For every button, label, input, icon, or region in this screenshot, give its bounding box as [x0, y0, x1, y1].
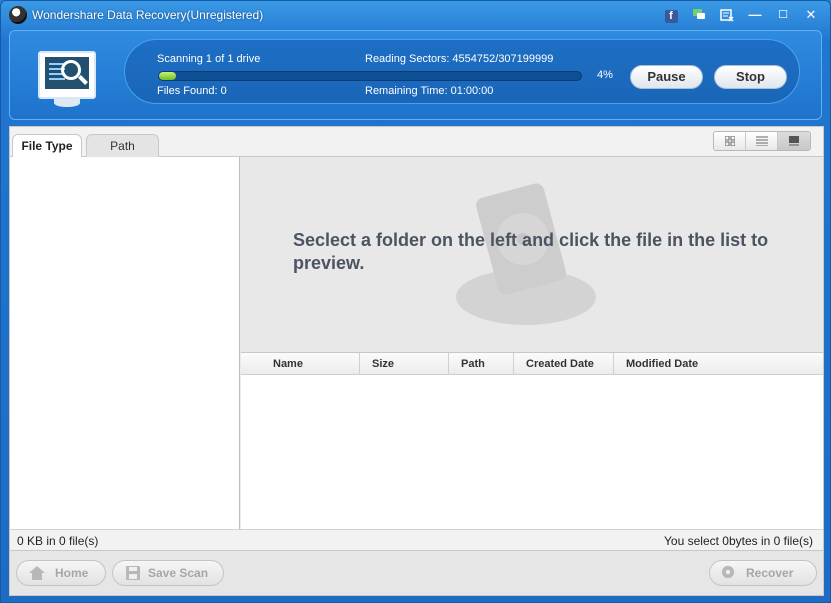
recover-icon	[721, 565, 735, 579]
recover-button[interactable]: Recover	[709, 560, 817, 586]
list-icon	[755, 136, 768, 147]
bottom-toolbar: Home Save Scan Recover	[9, 551, 824, 596]
preview-pane: Seclect a folder on the left and click t…	[241, 157, 823, 353]
files-found: Files Found: 0	[157, 85, 227, 97]
tab-file-type[interactable]: File Type	[12, 134, 82, 158]
title-bar[interactable]: Wondershare Data Recovery(Unregistered) …	[1, 1, 830, 29]
save-scan-label: Save Scan	[148, 566, 209, 580]
column-size[interactable]: Size	[360, 353, 449, 375]
feedback-button[interactable]	[688, 6, 710, 24]
preview-view-button[interactable]	[778, 132, 810, 150]
register-button[interactable]	[716, 6, 738, 24]
table-header: Name Size Path Created Date Modified Dat…	[241, 353, 823, 375]
app-logo-icon	[9, 6, 27, 24]
save-icon	[126, 566, 140, 580]
save-scan-button[interactable]: Save Scan	[112, 560, 224, 586]
file-list-table[interactable]: Name Size Path Created Date Modified Dat…	[241, 353, 823, 529]
tab-path[interactable]: Path	[86, 134, 159, 158]
column-created-date[interactable]: Created Date	[514, 353, 614, 375]
scan-monitor-icon	[38, 51, 96, 99]
preview-icon	[789, 136, 799, 146]
register-icon	[720, 9, 734, 22]
maximize-button[interactable]: ☐	[772, 6, 794, 24]
recover-label: Recover	[746, 566, 794, 580]
view-toggle	[713, 131, 811, 151]
folder-tree-pane[interactable]	[10, 157, 240, 529]
scan-status-box: Scanning 1 of 1 drive Reading Sectors: 4…	[124, 39, 800, 104]
home-label: Home	[55, 566, 89, 580]
column-modified-date[interactable]: Modified Date	[614, 353, 823, 375]
column-name[interactable]: Name	[241, 353, 360, 375]
scan-progress-bar	[158, 71, 582, 81]
app-window: Wondershare Data Recovery(Unregistered) …	[0, 0, 831, 603]
chat-icon	[693, 9, 705, 19]
monitor-stand	[54, 99, 80, 107]
status-left: 0 KB in 0 file(s)	[17, 534, 99, 548]
home-icon	[29, 566, 45, 580]
scan-panel: Scanning 1 of 1 drive Reading Sectors: 4…	[9, 30, 822, 120]
home-button[interactable]: Home	[16, 560, 106, 586]
status-right: You select 0bytes in 0 file(s)	[664, 534, 813, 548]
grid-icon	[724, 135, 735, 147]
remaining-time: Remaining Time: 01:00:00	[365, 85, 494, 97]
facebook-button[interactable]: f	[660, 6, 682, 24]
column-path[interactable]: Path	[449, 353, 514, 375]
reading-sectors: Reading Sectors: 4554752/307199999	[365, 53, 554, 65]
close-button[interactable]: ✕	[800, 6, 822, 24]
list-view-button[interactable]	[746, 132, 778, 150]
thumbnail-view-button[interactable]	[714, 132, 746, 150]
minimize-button[interactable]: —	[744, 6, 766, 24]
drive-status: Scanning 1 of 1 drive	[157, 53, 261, 65]
progress-percent: 4%	[597, 69, 613, 81]
stop-button[interactable]: Stop	[714, 65, 787, 89]
window-title: Wondershare Data Recovery(Unregistered)	[32, 8, 264, 22]
main-area: File Type Path Seclect a folder on the l…	[9, 126, 824, 551]
progress-fill	[159, 72, 176, 80]
tab-bar: File Type Path	[10, 127, 823, 158]
pause-button[interactable]: Pause	[630, 65, 703, 89]
status-bar: 0 KB in 0 file(s) You select 0bytes in 0…	[10, 529, 823, 550]
preview-message: Seclect a folder on the left and click t…	[293, 230, 769, 273]
facebook-icon: f	[664, 10, 678, 23]
